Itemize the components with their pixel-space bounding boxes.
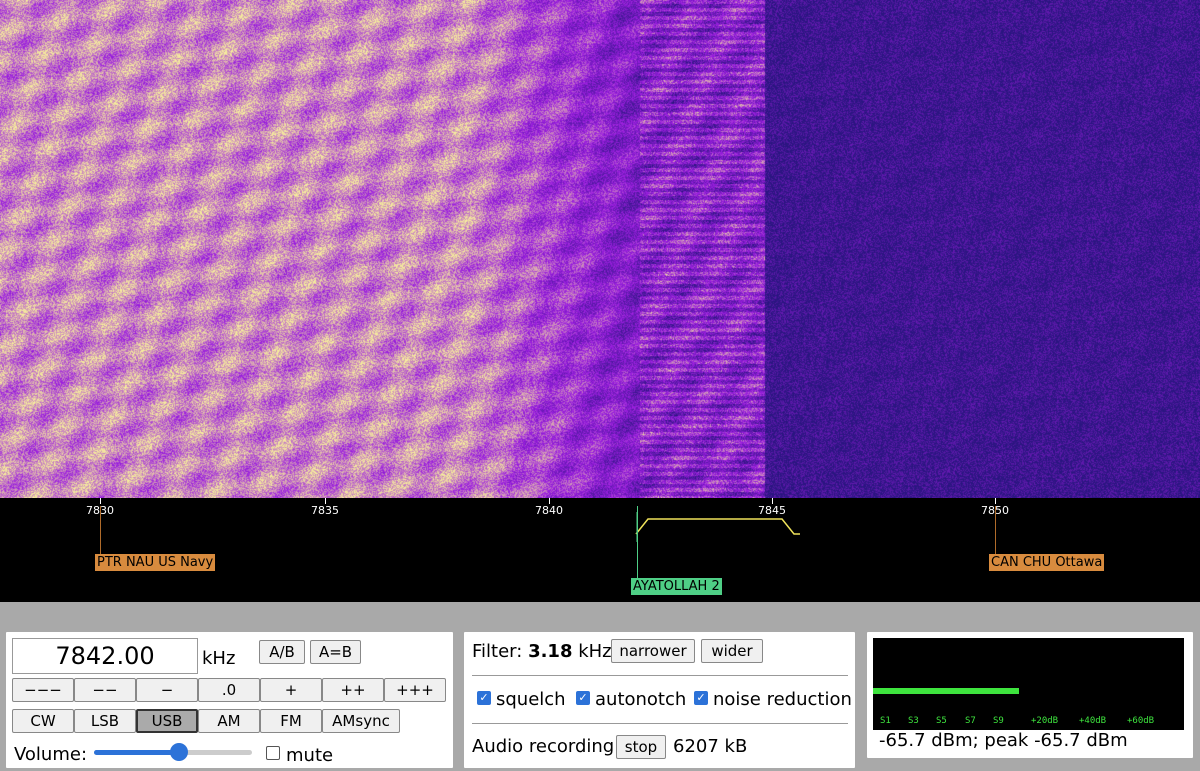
mode-am-button[interactable]: AM xyxy=(198,709,260,733)
smeter-scale-label: +20dB xyxy=(1031,716,1059,726)
passband-indicator[interactable] xyxy=(630,512,820,542)
noise-reduction-checkbox[interactable]: ✓ xyxy=(694,691,708,705)
smeter-scale-label: +60dB xyxy=(1127,716,1155,726)
signal-level-bar xyxy=(873,688,1020,694)
mode-amsync-button[interactable]: AMsync xyxy=(322,709,400,733)
recording-divider xyxy=(472,723,848,724)
mode-lsb-button[interactable]: LSB xyxy=(74,709,136,733)
mode-cw-button[interactable]: CW xyxy=(12,709,74,733)
wider-button[interactable]: wider xyxy=(701,639,763,663)
frequency-input[interactable]: 7842.00 xyxy=(12,638,198,674)
smeter-scale-label: S9 xyxy=(993,716,1004,726)
step-up-medium-button[interactable]: ++ xyxy=(322,678,384,702)
scale-tick-label: 7840 xyxy=(535,504,563,517)
volume-slider[interactable] xyxy=(94,743,252,761)
squelch-checkbox[interactable]: ✓ xyxy=(477,691,491,705)
marker-line-chu xyxy=(995,506,996,554)
marker-line-ayatollah xyxy=(637,506,638,578)
smeter-scale-label: S3 xyxy=(908,716,919,726)
autonotch-label: autonotch xyxy=(595,689,687,710)
station-marker-ayatollah[interactable]: AYATOLLAH 2 xyxy=(631,578,722,595)
filter-unit: kHz xyxy=(578,641,612,662)
step-down-large-button[interactable]: −−− xyxy=(12,678,74,702)
filter-label-text: Filter: xyxy=(472,641,523,662)
tuning-panel: 7842.00 kHz A/B A=B −−− −− − .0 + ++ +++… xyxy=(6,632,453,768)
station-marker-chu[interactable]: CAN CHU Ottawa xyxy=(989,554,1105,571)
smeter-scale-label: S5 xyxy=(936,716,947,726)
step-down-medium-button[interactable]: −− xyxy=(74,678,136,702)
autonotch-checkbox[interactable]: ✓ xyxy=(576,691,590,705)
step-up-small-button[interactable]: + xyxy=(260,678,322,702)
ab-button[interactable]: A/B xyxy=(259,640,305,664)
smeter-scale-label: +40dB xyxy=(1079,716,1107,726)
a-equals-b-button[interactable]: A=B xyxy=(310,640,361,664)
scale-tick-label: 7835 xyxy=(311,504,339,517)
recording-label: Audio recording xyxy=(472,736,615,757)
smeter-scale-label: S1 xyxy=(880,716,891,726)
mute-checkbox[interactable] xyxy=(266,746,280,760)
mode-fm-button[interactable]: FM xyxy=(260,709,322,733)
mute-label: mute xyxy=(286,745,334,766)
frequency-unit: kHz xyxy=(202,648,236,669)
volume-label: Volume: xyxy=(14,744,88,765)
filter-value: 3.18 xyxy=(528,641,573,662)
filter-label: Filter: 3.18 kHz xyxy=(472,641,612,662)
squelch-label: squelch xyxy=(496,689,566,710)
signal-reading: -65.7 dBm; peak -65.7 dBm xyxy=(879,730,1128,751)
narrower-button[interactable]: narrower xyxy=(611,639,695,663)
frequency-scale[interactable]: 7830 7835 7840 7845 7850 PTR NAU US Navy… xyxy=(0,498,1200,602)
smeter-display: S1 S3 S5 S7 S9 +20dB +40dB +60dB xyxy=(873,638,1184,730)
smeter-panel: S1 S3 S5 S7 S9 +20dB +40dB +60dB -65.7 d… xyxy=(867,632,1193,758)
waterfall-display[interactable] xyxy=(0,0,1200,498)
round-button[interactable]: .0 xyxy=(198,678,260,702)
smeter-scale-label: S7 xyxy=(965,716,976,726)
recording-size: 6207 kB xyxy=(673,736,748,757)
filter-panel: Filter: 3.18 kHz narrower wider ✓ squelc… xyxy=(464,632,855,768)
mode-usb-button[interactable]: USB xyxy=(136,709,198,733)
stop-recording-button[interactable]: stop xyxy=(616,735,666,759)
step-down-small-button[interactable]: − xyxy=(136,678,198,702)
station-marker-ptr[interactable]: PTR NAU US Navy xyxy=(95,554,216,571)
noise-reduction-label: noise reduction xyxy=(713,689,852,710)
volume-slider-fill xyxy=(94,750,180,755)
step-up-large-button[interactable]: +++ xyxy=(384,678,446,702)
volume-slider-thumb[interactable] xyxy=(170,743,189,761)
marker-line-ptr xyxy=(100,506,101,554)
filter-divider xyxy=(472,675,848,676)
